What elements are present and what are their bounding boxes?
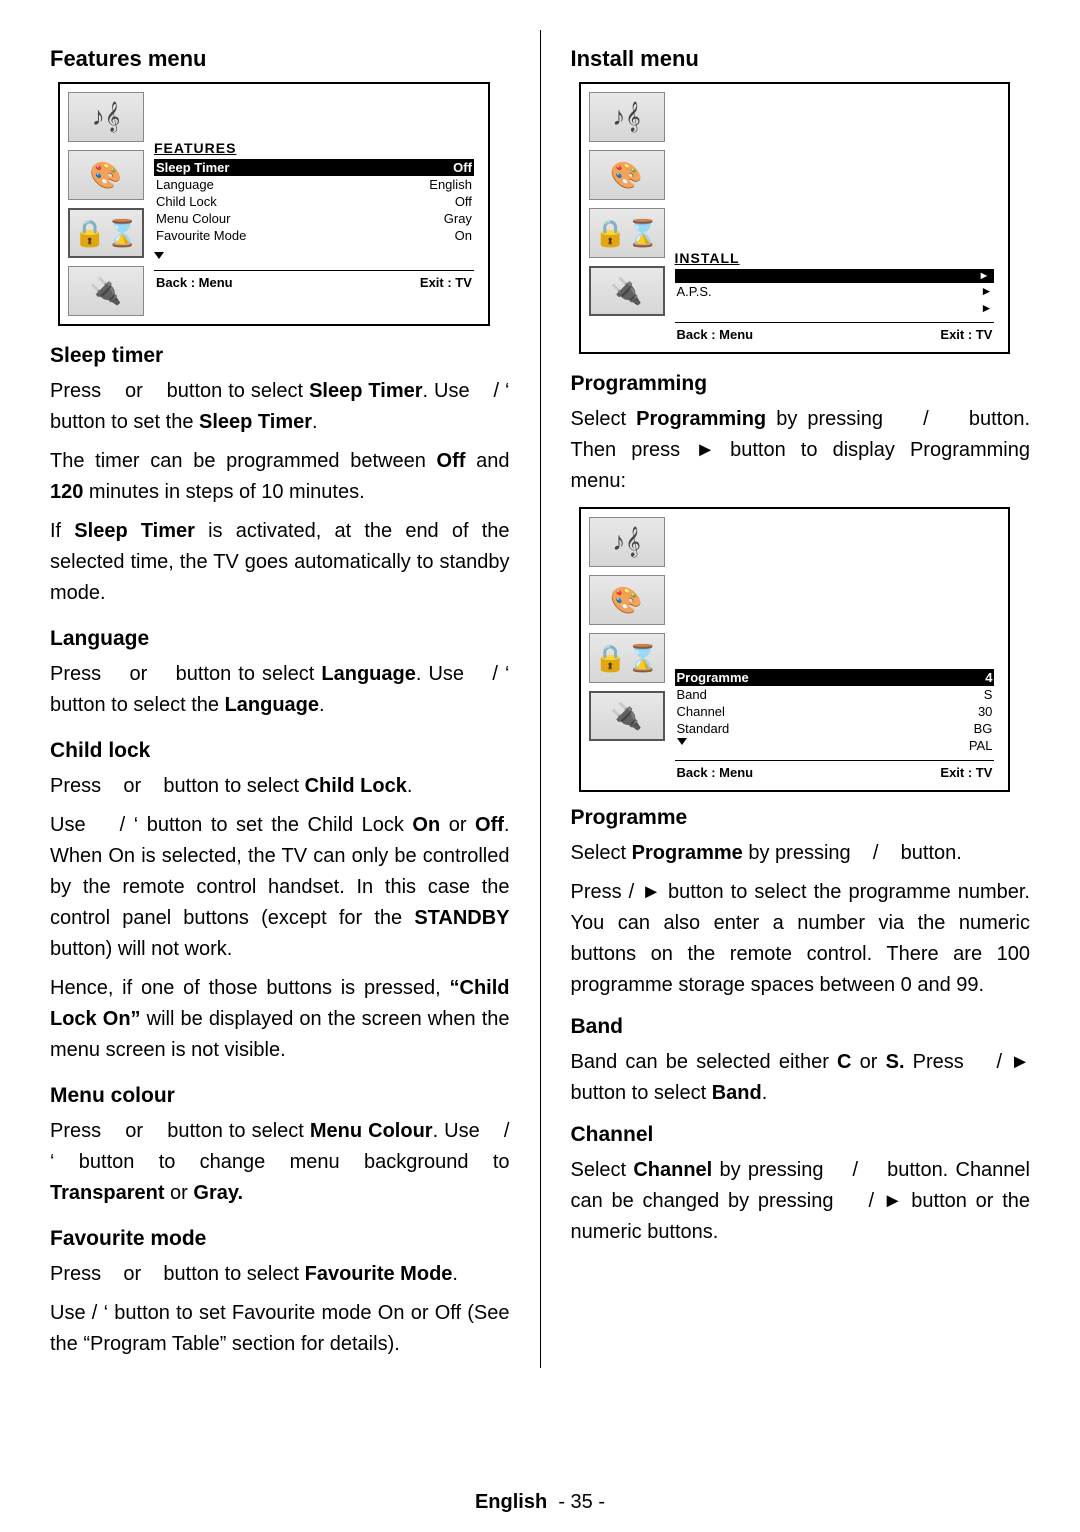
osd-programming-footer: Back : Menu Exit : TV xyxy=(675,763,995,780)
channel-heading: Channel xyxy=(571,1123,1031,1147)
osd-row-menu-colour: Menu ColourGray xyxy=(154,210,474,227)
osd-features: ♪𝄞 🎨 🔒⌛ 🔌 FEATURES Sleep TimerOff Langua… xyxy=(58,82,490,326)
band-heading: Band xyxy=(571,1015,1031,1039)
osd-row-standard: StandardBG xyxy=(675,720,995,737)
menucolour-p1: Press or button to select Menu Colour. U… xyxy=(50,1116,510,1209)
sleep-timer-p3: If Sleep Timer is activated, at the end … xyxy=(50,516,510,609)
programme-p2: Press / ► button to select the programme… xyxy=(571,877,1031,1001)
osd-row-band: BandS xyxy=(675,686,995,703)
programming-heading: Programming xyxy=(571,372,1031,396)
programme-p1: Select Programme by pressing / button. xyxy=(571,838,1031,869)
osd-install: ♪𝄞 🎨 🔒⌛ 🔌 INSTALL ► A.P.S.► ► Back : Men… xyxy=(579,82,1011,354)
osd-features-title: FEATURES xyxy=(154,140,474,156)
column-divider xyxy=(540,30,541,1368)
childlock-heading: Child lock xyxy=(50,739,510,763)
favmode-p2: Use / ‘ button to set Favourite mode On … xyxy=(50,1298,510,1360)
left-column: Features menu ♪𝄞 🎨 🔒⌛ 🔌 FEATURES Sleep T… xyxy=(50,30,510,1368)
osd-row-programme: Programme4 xyxy=(675,669,995,686)
osd-install-footer: Back : Menu Exit : TV xyxy=(675,325,995,342)
install-menu-heading: Install menu xyxy=(571,46,1031,72)
right-column: Install menu ♪𝄞 🎨 🔒⌛ 🔌 INSTALL ► A.P.S.►… xyxy=(571,30,1031,1368)
band-p1: Band can be selected either C or S. Pres… xyxy=(571,1047,1031,1109)
programming-p1: Select Programming by pressing / button.… xyxy=(571,404,1031,497)
osd-icon-strip: ♪𝄞 🎨 🔒⌛ 🔌 xyxy=(589,92,665,344)
picture-icon: 🎨 xyxy=(589,150,665,200)
right-arrow-icon: ► xyxy=(981,284,993,299)
sleep-timer-heading: Sleep timer xyxy=(50,344,510,368)
right-arrow-icon: ► xyxy=(976,270,993,282)
sleep-timer-p1: Press or button to select Sleep Timer. U… xyxy=(50,376,510,438)
childlock-p3: Hence, if one of those buttons is presse… xyxy=(50,973,510,1066)
features-icon: 🔒⌛ xyxy=(589,633,665,683)
right-arrow-icon: ► xyxy=(981,301,993,315)
down-arrow-icon xyxy=(677,738,687,745)
features-icon: 🔒⌛ xyxy=(68,208,144,258)
osd-row-channel: Channel30 xyxy=(675,703,995,720)
install-icon: 🔌 xyxy=(68,266,144,316)
osd-row-favourite-mode: Favourite ModeOn xyxy=(154,227,474,244)
language-p1: Press or button to select Language. Use … xyxy=(50,659,510,721)
menucolour-heading: Menu colour xyxy=(50,1084,510,1108)
language-heading: Language xyxy=(50,627,510,651)
osd-row-pal: PAL xyxy=(675,737,995,754)
audio-icon: ♪𝄞 xyxy=(68,92,144,142)
picture-icon: 🎨 xyxy=(589,575,665,625)
features-menu-heading: Features menu xyxy=(50,46,510,72)
programme-heading: Programme xyxy=(571,806,1031,830)
osd-features-footer: Back : Menu Exit : TV xyxy=(154,273,474,290)
down-arrow-icon xyxy=(154,252,164,259)
install-icon: 🔌 xyxy=(589,691,665,741)
channel-p1: Select Channel by pressing / button. Cha… xyxy=(571,1155,1031,1248)
picture-icon: 🎨 xyxy=(68,150,144,200)
install-icon: 🔌 xyxy=(589,266,665,316)
page-footer: English - 35 - xyxy=(0,1491,1080,1514)
osd-row-programming: ► xyxy=(675,269,995,283)
childlock-p2: Use / ‘ button to set the Child Lock On … xyxy=(50,810,510,965)
sleep-timer-p2: The timer can be programmed between Off … xyxy=(50,446,510,508)
osd-programming: ♪𝄞 🎨 🔒⌛ 🔌 Programme4 BandS Channel30 Sta… xyxy=(579,507,1011,792)
favmode-p1: Press or button to select Favourite Mode… xyxy=(50,1259,510,1290)
osd-row-blank: ► xyxy=(675,300,995,316)
favmode-heading: Favourite mode xyxy=(50,1227,510,1251)
osd-row-child-lock: Child LockOff xyxy=(154,193,474,210)
features-icon: 🔒⌛ xyxy=(589,208,665,258)
osd-icon-strip: ♪𝄞 🎨 🔒⌛ 🔌 xyxy=(589,517,665,782)
osd-install-title: INSTALL xyxy=(675,250,995,266)
osd-row-language: LanguageEnglish xyxy=(154,176,474,193)
osd-icon-strip: ♪𝄞 🎨 🔒⌛ 🔌 xyxy=(68,92,144,316)
osd-row-sleep-timer: Sleep TimerOff xyxy=(154,159,474,176)
childlock-p1: Press or button to select Child Lock. xyxy=(50,771,510,802)
osd-row-aps: A.P.S.► xyxy=(675,283,995,300)
audio-icon: ♪𝄞 xyxy=(589,92,665,142)
audio-icon: ♪𝄞 xyxy=(589,517,665,567)
